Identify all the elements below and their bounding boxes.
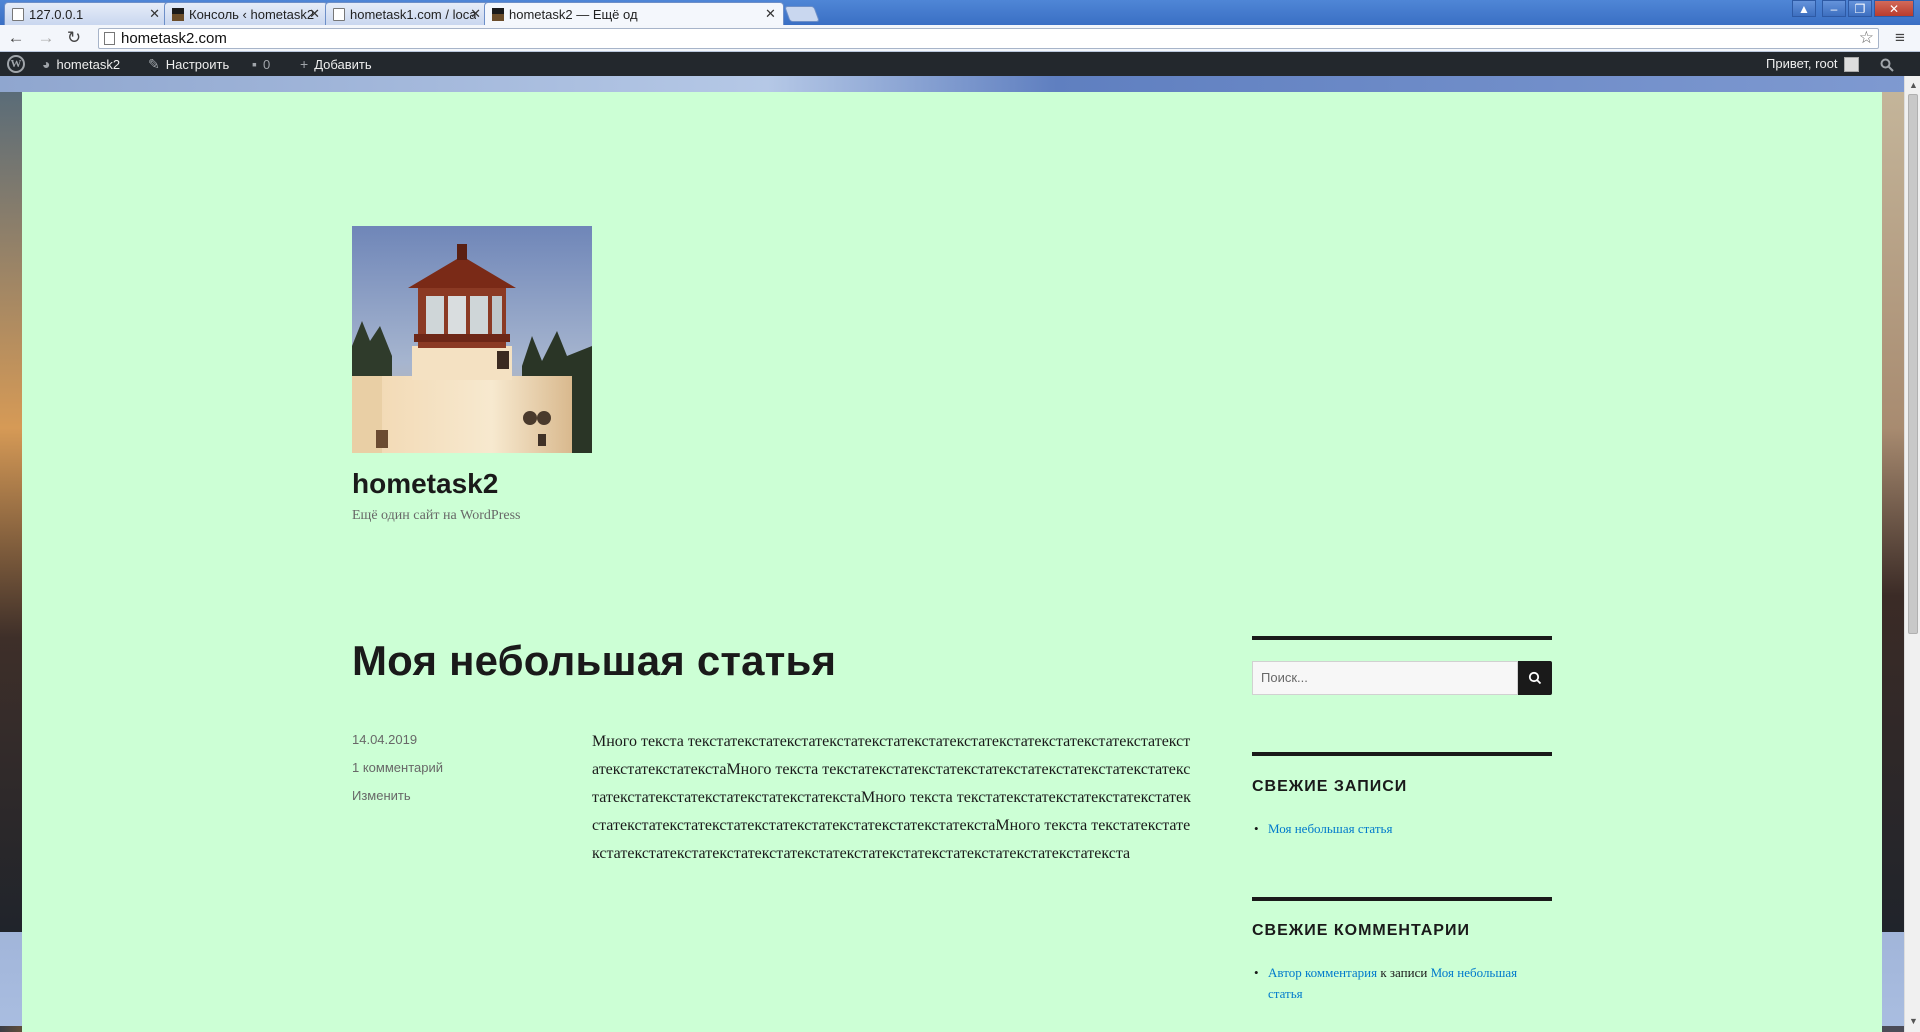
widget-divider xyxy=(1252,752,1552,756)
tab-title: hometask2 — Ещё од xyxy=(509,7,638,22)
site-favicon-icon xyxy=(172,8,184,21)
close-icon[interactable]: ✕ xyxy=(470,6,481,22)
brush-icon: ✎ xyxy=(148,56,160,72)
address-bar[interactable]: hometask2.com ☆ xyxy=(98,28,1879,49)
page-icon xyxy=(104,32,115,45)
bookmark-star-icon[interactable]: ☆ xyxy=(1859,28,1874,47)
background-sky xyxy=(0,76,1920,92)
restore-button[interactable]: ❐ xyxy=(1848,0,1872,17)
page-scrollbar[interactable]: ▲ ▼ xyxy=(1904,76,1920,1032)
scroll-up-icon[interactable]: ▲ xyxy=(1909,80,1918,90)
recent-post-link[interactable]: Моя небольшая статья xyxy=(1268,821,1392,836)
post-comments-link[interactable]: 1 комментарий xyxy=(352,760,443,775)
comment-author-link[interactable]: Автор комментария xyxy=(1268,965,1377,980)
admin-site-name: hometask2 xyxy=(56,57,121,72)
browser-toolbar: ← → ↻ hometask2.com ☆ ≡ xyxy=(0,25,1920,52)
comments-link[interactable]: ▪ 0 xyxy=(252,52,270,76)
list-item: Автор комментария к записи Моя небольшая… xyxy=(1252,962,1552,1004)
browser-tab-active[interactable]: hometask2 — Ещё од ✕ xyxy=(484,2,784,25)
recent-posts-title: СВЕЖИЕ ЗАПИСИ xyxy=(1252,778,1408,795)
post-body: Много текста текстатекстатекстатекстатек… xyxy=(592,728,1192,868)
user-icon[interactable]: ▲ xyxy=(1792,0,1816,17)
post-paragraph: Много текста текстатекстатекстатекстатек… xyxy=(592,733,1191,862)
post-title: Моя небольшая статья xyxy=(352,637,837,684)
url-text: hometask2.com xyxy=(121,30,227,47)
browser-tab[interactable]: 127.0.0.1 ✕ xyxy=(4,2,168,25)
site-title[interactable]: hometask2 xyxy=(352,468,498,500)
background-right-edge xyxy=(1880,92,1904,932)
site-favicon-icon xyxy=(492,8,504,21)
widget-divider xyxy=(1252,636,1552,640)
header-image[interactable] xyxy=(352,226,592,453)
forward-icon[interactable]: → xyxy=(36,28,56,48)
tab-title: hometask1.com / loca xyxy=(350,7,477,22)
browser-tabstrip: 127.0.0.1 ✕ Консоль ‹ hometask2 ✕ hometa… xyxy=(0,0,1920,25)
search-icon xyxy=(1528,671,1542,685)
tab-title: Консоль ‹ hometask2 xyxy=(189,7,315,22)
add-new-link[interactable]: + Добавить xyxy=(300,52,372,76)
greeting: Привет, root xyxy=(1766,56,1838,71)
customize-link[interactable]: ✎ Настроить xyxy=(148,52,229,76)
menu-icon[interactable]: ≡ xyxy=(1895,29,1911,47)
site-description: Ещё один сайт на WordPress xyxy=(352,508,521,523)
admin-site-link[interactable]: ◕ hometask2 xyxy=(42,52,120,76)
recent-posts-list: Моя небольшая статья xyxy=(1252,818,1552,839)
comments-count: 0 xyxy=(262,57,271,72)
recent-comments-title: СВЕЖИЕ КОММЕНТАРИИ xyxy=(1252,922,1470,939)
site-content-panel xyxy=(22,92,1882,1032)
search-button[interactable] xyxy=(1518,661,1552,695)
account-link[interactable]: Привет, root xyxy=(1766,52,1859,76)
customize-label: Настроить xyxy=(165,57,230,72)
widget-divider xyxy=(1252,897,1552,901)
new-tab-button[interactable] xyxy=(784,6,820,22)
wp-admin-bar: W ◕ hometask2 ✎ Настроить ▪ 0 + Добавить При… xyxy=(0,52,1920,76)
wordpress-logo-icon[interactable]: W xyxy=(7,55,25,73)
admin-search-icon[interactable] xyxy=(1880,52,1894,76)
window-close-button[interactable]: ✕ xyxy=(1874,0,1914,17)
background-left-edge xyxy=(0,92,22,932)
back-icon[interactable]: ← xyxy=(6,28,26,48)
post-edit-link[interactable]: Изменить xyxy=(352,788,411,803)
close-icon[interactable]: ✕ xyxy=(149,6,160,22)
page-icon xyxy=(12,8,24,21)
browser-tab[interactable]: hometask1.com / loca ✕ xyxy=(325,2,489,25)
close-icon[interactable]: ✕ xyxy=(309,6,320,22)
dashboard-icon: ◕ xyxy=(42,56,51,72)
recent-comments-list: Автор комментария к записи Моя небольшая… xyxy=(1252,962,1552,1004)
scroll-down-icon[interactable]: ▼ xyxy=(1909,1016,1918,1026)
tab-title: 127.0.0.1 xyxy=(29,7,84,22)
minimize-button[interactable]: – xyxy=(1822,0,1846,17)
post-date[interactable]: 14.04.2019 xyxy=(352,732,417,747)
comment-connector: к записи xyxy=(1380,965,1428,980)
list-item: Моя небольшая статья xyxy=(1252,818,1552,839)
search-input[interactable]: Поиск... xyxy=(1252,661,1518,695)
reload-icon[interactable]: ↻ xyxy=(64,28,84,48)
scroll-thumb[interactable] xyxy=(1908,94,1918,634)
page-icon xyxy=(333,8,345,21)
avatar xyxy=(1843,57,1859,73)
plus-icon: + xyxy=(300,56,309,72)
close-icon[interactable]: ✕ xyxy=(765,6,776,22)
add-new-label: Добавить xyxy=(314,57,372,72)
comment-icon: ▪ xyxy=(252,56,257,72)
browser-tab[interactable]: Консоль ‹ hometask2 ✕ xyxy=(164,2,328,25)
